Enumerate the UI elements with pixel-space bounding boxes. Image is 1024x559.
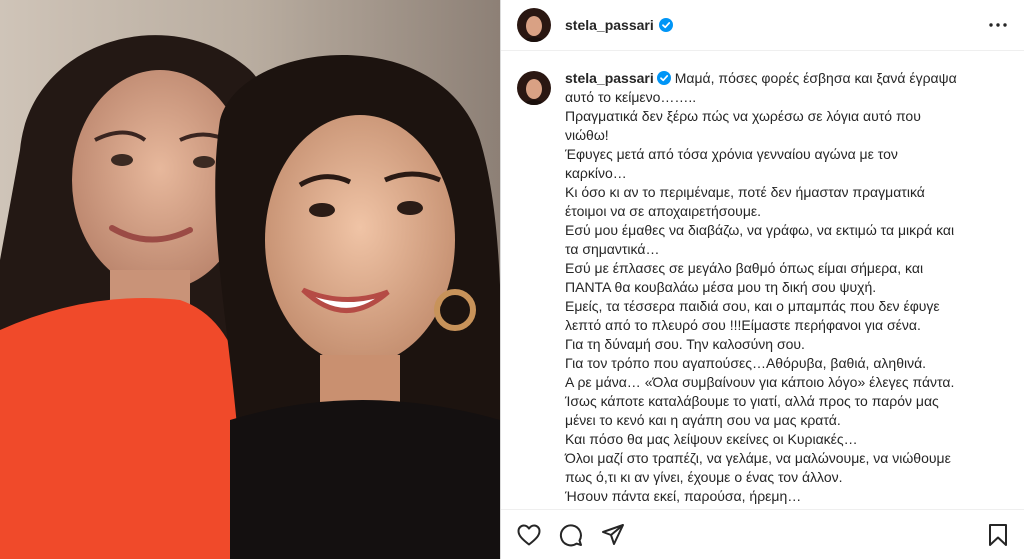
post-header: stela_passari xyxy=(501,0,1024,51)
caption-line: Για τη δύναμή σου. Την καλοσύνη σου. xyxy=(565,336,805,352)
caption-line: τα σημαντικά… xyxy=(565,241,660,257)
caption-line: Α ρε μάνα… «Όλα συμβαίνουν για κάποιο λό… xyxy=(565,374,955,390)
photo-illustration xyxy=(0,0,500,559)
more-options-icon[interactable] xyxy=(986,13,1010,37)
caption-line: καρκίνο… xyxy=(565,165,627,181)
header-username[interactable]: stela_passari xyxy=(565,17,654,33)
caption-line: πως ό,τι κι αν γίνει, έχουμε ο ένας τον … xyxy=(565,469,843,485)
caption-line: μένει το κενό και η αγάπη σου να μας κρα… xyxy=(565,412,841,428)
caption-line: Ήσουν πάντα εκεί, παρούσα, ήρεμη… xyxy=(565,488,802,504)
caption-line: έτοιμοι να σε αποχαιρετήσουμε. xyxy=(565,203,762,219)
comments-area[interactable]: stela_passari Μαμά, πόσες φορές έσβησα κα… xyxy=(501,51,1024,509)
avatar[interactable] xyxy=(517,8,551,42)
caption-line: Εσύ με έπλασες σε μεγάλο βαθμό όπως είμα… xyxy=(565,260,924,276)
caption-line: νιώθω! xyxy=(565,127,609,143)
caption-line: Κι όσο κι αν το περιμέναμε, ποτέ δεν ήμα… xyxy=(565,184,925,200)
caption-line: Ίσως κάποτε καταλάβουμε το γιατί, αλλά π… xyxy=(565,393,939,409)
post-photo[interactable] xyxy=(0,0,500,559)
caption-line: Εμείς, τα τέσσερα παιδιά σου, και ο μπαμ… xyxy=(565,298,940,314)
heart-icon[interactable] xyxy=(515,521,543,549)
caption-line: Και πόσο θα μας λείψουν εκείνες οι Κυρια… xyxy=(565,431,858,447)
caption-avatar[interactable] xyxy=(517,71,551,105)
instagram-post-modal: stela_passari stela_passari Μαμά, πόσες … xyxy=(0,0,1024,559)
caption-line: λεπτό από το πλευρό σου !!!Είμαστε περήφ… xyxy=(565,317,921,333)
verified-badge-icon xyxy=(658,18,673,32)
post-actions-bar xyxy=(501,509,1024,559)
caption-line: Πραγματικά δεν ξέρω πώς να χωρέσω σε λόγ… xyxy=(565,108,921,124)
caption-line: Όλοι μαζί στο τραπέζι, να γελάμε, να μαλ… xyxy=(565,450,951,466)
share-icon[interactable] xyxy=(599,521,627,549)
comment-icon[interactable] xyxy=(557,521,585,549)
bookmark-icon[interactable] xyxy=(984,521,1012,549)
caption-line: ΠΑΝΤΑ θα κουβαλάω μέσα μου τη δική σου ψ… xyxy=(565,279,877,295)
caption-row: stela_passari Μαμά, πόσες φορές έσβησα κα… xyxy=(517,69,1008,506)
post-side-panel: stela_passari stela_passari Μαμά, πόσες … xyxy=(500,0,1024,559)
caption-line: Εσύ μου έμαθες να διαβάζω, να γράφω, να … xyxy=(565,222,955,238)
caption-line: αυτό το κείμενο…….. xyxy=(565,89,697,105)
caption-line: Για τον τρόπο που αγαπούσες…Αθόρυβα, βαθ… xyxy=(565,355,927,371)
post-caption: stela_passari Μαμά, πόσες φορές έσβησα κα… xyxy=(565,69,985,506)
caption-line: Έφυγες μετά από τόσα χρόνια γενναίου αγώ… xyxy=(565,146,898,162)
verified-badge-icon xyxy=(656,71,671,85)
caption-username[interactable]: stela_passari xyxy=(565,70,654,86)
caption-line: Μαμά, πόσες φορές έσβησα και ξανά έγραψα xyxy=(674,70,957,86)
